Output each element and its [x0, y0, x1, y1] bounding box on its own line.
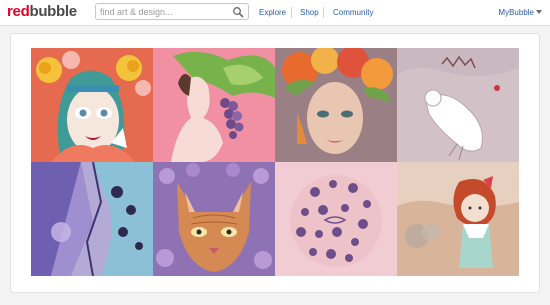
- artwork-tile-3[interactable]: [275, 48, 397, 162]
- mybubble-menu[interactable]: MyBubble: [498, 8, 534, 17]
- artwork-purple-watercolor-suit: [31, 162, 153, 276]
- artwork-woman-with-grapes: [153, 48, 275, 162]
- search-input[interactable]: [100, 5, 228, 18]
- artwork-tile-7[interactable]: [275, 162, 397, 276]
- logo-red-text: red: [7, 3, 30, 20]
- search-box[interactable]: [95, 3, 249, 20]
- artwork-tile-6[interactable]: [153, 162, 275, 276]
- artwork-red-haired-woman: [31, 48, 153, 162]
- nav-shop[interactable]: Shop: [300, 8, 319, 17]
- artwork-girl-sketch-hillside: [397, 48, 519, 162]
- artwork-tile-2[interactable]: [153, 48, 275, 162]
- nav-divider: [323, 7, 324, 18]
- search-icon[interactable]: [232, 6, 244, 18]
- artwork-tile-5[interactable]: [31, 162, 153, 276]
- chevron-down-icon[interactable]: [536, 10, 542, 14]
- artwork-red-haired-girl-doll: [397, 162, 519, 276]
- artwork-tile-1[interactable]: [31, 48, 153, 162]
- redbubble-logo[interactable]: redbubble: [7, 3, 77, 21]
- nav-explore[interactable]: Explore: [259, 8, 286, 17]
- artwork-sea-creatures-circle: [275, 162, 397, 276]
- artwork-woman-flower-headdress: [275, 48, 397, 162]
- artwork-tile-8[interactable]: [397, 162, 519, 276]
- nav-divider: [291, 7, 292, 18]
- artwork-floral-cat: [153, 162, 275, 276]
- artwork-tile-4[interactable]: [397, 48, 519, 162]
- nav-community[interactable]: Community: [333, 8, 373, 17]
- logo-bubble-text: bubble: [29, 3, 77, 20]
- top-header: redbubble Explore Shop Community MyBubbl…: [0, 0, 550, 26]
